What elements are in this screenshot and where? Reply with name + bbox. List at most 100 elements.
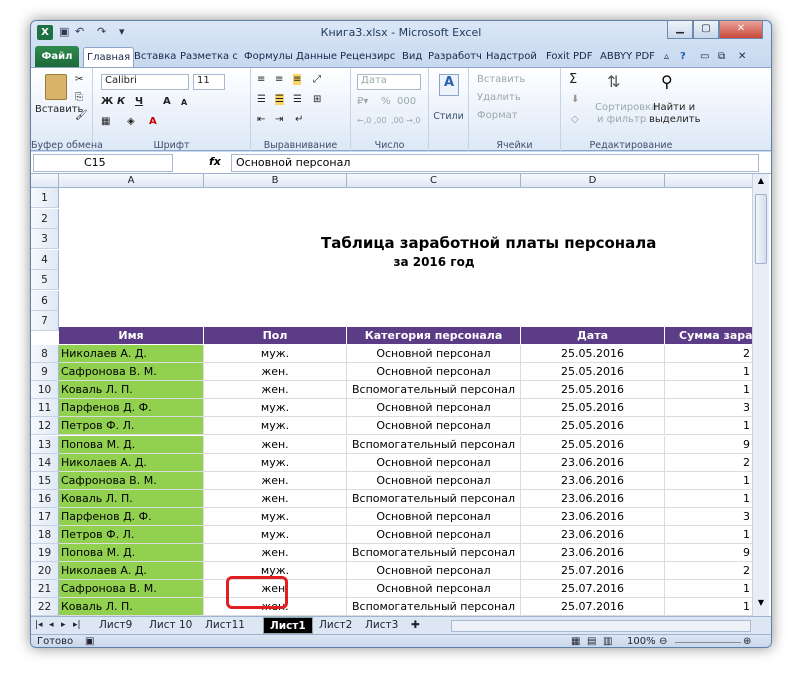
cell-sum[interactable]: 1 [665, 381, 753, 400]
delete-cells-button[interactable]: Удалить [477, 92, 521, 103]
cell-date[interactable]: 23.06.2016 [521, 507, 665, 526]
cell-sex[interactable]: муж. [204, 453, 347, 472]
row-header[interactable]: 3 [31, 229, 59, 249]
page-layout-view-icon[interactable]: ▤ [587, 636, 596, 647]
sheet-tab-list1[interactable]: Лист1 [263, 617, 313, 634]
select-all-corner[interactable] [31, 174, 59, 188]
minimize-button[interactable]: ▁ [667, 21, 693, 39]
tab-abbyy[interactable]: ABBYY PDF [597, 47, 658, 67]
cell-date[interactable]: 25.07.2016 [521, 580, 665, 599]
cell-date[interactable]: 23.06.2016 [521, 526, 665, 545]
borders-icon[interactable]: ▦ [101, 116, 110, 127]
header-name[interactable]: Имя [59, 327, 204, 345]
styles-icon[interactable]: A [439, 74, 459, 96]
cell-sex[interactable]: жен. [204, 363, 347, 382]
column-header-b[interactable]: B [204, 174, 347, 188]
insert-sheet-icon[interactable]: ✚ [405, 617, 426, 634]
row-header[interactable]: 8 [31, 345, 59, 364]
tab-view[interactable]: Вид [399, 47, 425, 67]
column-header-d[interactable]: D [521, 174, 665, 188]
sheet-tab-list10[interactable]: Лист 10 [143, 617, 198, 634]
cell-cat[interactable]: Основной персонал [347, 453, 521, 472]
cell-sum[interactable]: 2 [665, 345, 753, 364]
row-header[interactable]: 2 [31, 208, 59, 229]
align-center-icon[interactable]: ☰ [275, 94, 284, 105]
cell-sum[interactable]: 9 [665, 544, 753, 563]
row-header[interactable]: 14 [31, 453, 59, 472]
orientation-icon[interactable]: ⤢ [313, 74, 321, 85]
cell-date[interactable]: 25.07.2016 [521, 562, 665, 581]
horizontal-scrollbar[interactable] [451, 620, 751, 632]
cell-sum[interactable]: 3 [665, 399, 753, 418]
help-icon[interactable]: ? [677, 47, 689, 67]
cell-cat[interactable]: Основной персонал [347, 471, 521, 490]
cell-cat[interactable]: Вспомогательный персонал [347, 435, 521, 454]
cell-date[interactable]: 25.05.2016 [521, 399, 665, 418]
cell-sum[interactable]: 1 [665, 526, 753, 545]
cell-sex[interactable]: муж. [204, 507, 347, 526]
column-header-c[interactable]: C [347, 174, 521, 188]
sort-filter-icon[interactable]: ⇅ [607, 72, 627, 94]
align-top-icon[interactable]: ≡ [257, 74, 265, 85]
row-header[interactable]: 4 [31, 249, 59, 270]
row-header[interactable]: 19 [31, 544, 59, 563]
zoom-out-icon[interactable]: ⊖ [659, 636, 667, 647]
align-bottom-icon[interactable]: ≡ [293, 74, 302, 85]
shrink-font-button[interactable]: A [181, 98, 187, 107]
copy-icon[interactable]: ⎘ [75, 92, 83, 103]
tab-insert[interactable]: Вставка [131, 47, 179, 67]
row-header[interactable]: 21 [31, 580, 59, 599]
autosum-button[interactable]: Σ [569, 72, 577, 87]
cell-sex[interactable]: жен. [204, 435, 347, 454]
bold-button[interactable]: Ж [101, 96, 113, 107]
header-sex[interactable]: Пол [204, 327, 347, 345]
maximize-button[interactable]: ▢ [693, 21, 719, 39]
find-select-button[interactable]: Найти и [653, 102, 695, 113]
scroll-thumb[interactable] [755, 194, 767, 264]
cell-cat[interactable]: Основной персонал [347, 507, 521, 526]
cell-date[interactable]: 25.05.2016 [521, 363, 665, 382]
cell-name[interactable]: Коваль Л. П. [59, 598, 204, 616]
cell-date[interactable]: 25.07.2016 [521, 598, 665, 616]
cell-date[interactable]: 23.06.2016 [521, 471, 665, 490]
cell-sum[interactable]: 1 [665, 471, 753, 490]
insert-cells-button[interactable]: Вставить [477, 74, 525, 85]
page-break-view-icon[interactable]: ▥ [603, 636, 612, 647]
zoom-in-icon[interactable]: ⊕ [743, 636, 751, 647]
row-header[interactable]: 11 [31, 399, 59, 418]
cell-sex[interactable]: жен. [204, 471, 347, 490]
cell-sex[interactable]: жен. [204, 489, 347, 508]
row-header[interactable]: 15 [31, 471, 59, 490]
tab-page-layout[interactable]: Разметка с [177, 47, 241, 67]
thousands-button[interactable]: 000 [397, 96, 416, 107]
zoom-slider[interactable] [675, 642, 741, 643]
binoculars-icon[interactable]: ⚲ [661, 72, 673, 91]
header-salary[interactable]: Сумма зарабо [665, 327, 753, 345]
row-header[interactable]: 17 [31, 507, 59, 526]
row-header[interactable]: 9 [31, 363, 59, 382]
sheet-tab-list9[interactable]: Лист9 [93, 617, 138, 634]
row-header[interactable]: 16 [31, 489, 59, 508]
cell-sex[interactable]: муж. [204, 399, 347, 418]
cell-date[interactable]: 25.05.2016 [521, 417, 665, 436]
cell-sex[interactable]: жен. [204, 381, 347, 400]
collapse-ribbon-icon[interactable]: ▵ [661, 47, 672, 67]
name-box[interactable]: C15 [33, 154, 173, 172]
fill-color-icon[interactable]: ◈ [127, 116, 135, 127]
cell-cat[interactable]: Основной персонал [347, 399, 521, 418]
cell-sex[interactable]: муж. [204, 345, 347, 364]
font-color-icon[interactable]: A [149, 116, 157, 127]
format-painter-icon[interactable]: 🖌 [75, 110, 88, 121]
cell-cat[interactable]: Вспомогательный персонал [347, 489, 521, 508]
next-sheet-icon[interactable]: ▸ [59, 617, 68, 634]
cell-sum[interactable]: 1 [665, 489, 753, 508]
decrease-decimal-button[interactable]: ,00 →,0 [391, 116, 421, 125]
row-header[interactable]: 13 [31, 435, 59, 454]
cell-cat[interactable]: Основной персонал [347, 526, 521, 545]
vertical-scrollbar[interactable]: ▲ ▼ [752, 174, 769, 616]
cell-date[interactable]: 25.05.2016 [521, 435, 665, 454]
prev-sheet-icon[interactable]: ◂ [47, 617, 56, 634]
sort-filter-button-2[interactable]: и фильтр [597, 114, 646, 125]
row-header[interactable]: 7 [31, 311, 59, 331]
cell-cat[interactable]: Вспомогательный персонал [347, 381, 521, 400]
